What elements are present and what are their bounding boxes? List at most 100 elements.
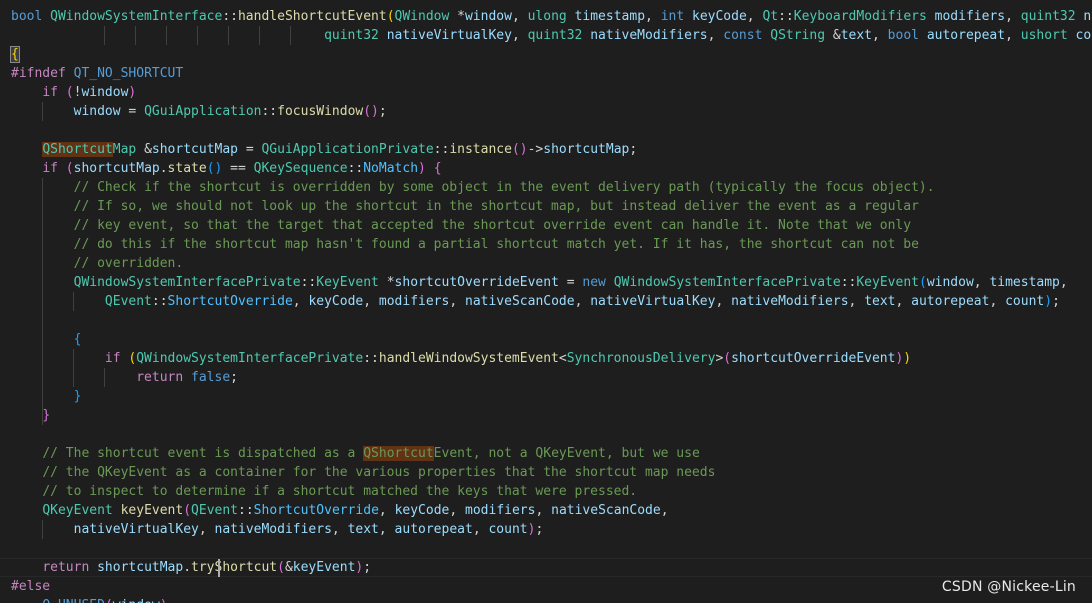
code-token: (: [723, 351, 732, 366]
code-line[interactable]: // key event, so that the target that ac…: [11, 216, 911, 235]
code-token: ::: [261, 104, 278, 119]
code-line[interactable]: QWindowSystemInterfacePrivate::KeyEvent …: [11, 273, 1068, 292]
code-token: nativeScanCode: [551, 503, 661, 518]
code-line[interactable]: // do this if the shortcut map hasn't fo…: [11, 235, 919, 254]
code-token: ::: [347, 161, 364, 176]
code-token: (): [511, 142, 528, 157]
code-line[interactable]: Q_UNUSED(window): [11, 596, 168, 603]
code-line[interactable]: window = QGuiApplication::focusWindow();: [11, 102, 387, 121]
code-token: // the QKeyEvent as a container for the …: [42, 465, 716, 480]
code-token: instance: [449, 142, 512, 157]
code-token: <: [558, 351, 567, 366]
code-line[interactable]: {: [11, 330, 82, 349]
code-token: QWindowSystemInterfacePrivate: [73, 275, 301, 290]
code-line[interactable]: bool QWindowSystemInterface::handleShort…: [11, 7, 1092, 26]
code-line[interactable]: if (!window): [11, 83, 136, 102]
code-line[interactable]: return false;: [11, 368, 238, 387]
code-line[interactable]: return shortcutMap.tryShortcut(&keyEvent…: [11, 558, 371, 577]
code-token: ): [160, 598, 168, 603]
code-line[interactable]: // If so, we should not look up the shor…: [11, 197, 919, 216]
code-token: ,: [511, 28, 528, 43]
code-line[interactable]: quint32 nativeVirtualKey, quint32 native…: [11, 26, 1092, 45]
code-token: window: [464, 9, 512, 24]
code-line[interactable]: nativeVirtualKey, nativeModifiers, text,…: [11, 520, 544, 539]
code-token: ShortcutOverride: [167, 294, 293, 309]
code-token: ShortcutOverride: [253, 503, 379, 518]
code-token: modifiers: [465, 503, 536, 518]
watermark: CSDN @Nickee-Lin: [941, 579, 1076, 595]
code-line[interactable]: }: [11, 406, 50, 425]
code-token: state: [167, 161, 207, 176]
code-token: ::: [778, 9, 794, 24]
code-token: ==: [222, 161, 254, 176]
code-token: tryShortcut: [191, 560, 278, 575]
text-cursor: [218, 559, 220, 577]
code-editor[interactable]: bool QWindowSystemInterface::handleShort…: [0, 0, 1092, 603]
code-token: #ifndef: [11, 66, 66, 81]
code-token: ;: [363, 560, 372, 575]
code-token: ushort: [1020, 28, 1068, 43]
code-token: new: [582, 275, 606, 290]
code-token: ,: [574, 294, 591, 309]
code-token: SynchronousDelivery: [566, 351, 716, 366]
code-token: Q_UNUSED: [42, 598, 105, 603]
code-token: ,: [660, 503, 669, 518]
code-token: KeyEvent: [856, 275, 919, 290]
code-token: QGuiApplication: [144, 104, 262, 119]
code-token: shortcutMap: [73, 161, 160, 176]
code-token: ::: [363, 351, 379, 366]
code-token: QWindowSystemInterfacePrivate: [613, 275, 841, 290]
code-line[interactable]: #ifndef QT_NO_SHORTCUT: [11, 64, 183, 83]
code-token: ,: [1005, 9, 1021, 24]
code-token: QWindow: [394, 9, 450, 24]
code-token: window: [81, 85, 129, 100]
code-token: ): [128, 85, 137, 100]
code-token: ,: [292, 294, 309, 309]
code-token: ;: [629, 142, 638, 157]
code-token: text: [347, 522, 379, 537]
code-token: modifiers: [378, 294, 450, 309]
code-line[interactable]: }: [11, 387, 82, 406]
code-line[interactable]: // The shortcut event is dispatched as a…: [11, 444, 700, 463]
code-token: nativeVirtualKey: [73, 522, 199, 537]
code-token: &: [284, 560, 293, 575]
code-token: (: [277, 560, 285, 575]
code-token: Map: [112, 142, 137, 157]
code-line[interactable]: // the QKeyEvent as a container for the …: [11, 463, 715, 482]
code-token: .: [183, 560, 192, 575]
code-line[interactable]: if (shortcutMap.state() == QKeySequence:…: [11, 159, 442, 178]
code-line[interactable]: {: [10, 45, 20, 64]
code-line[interactable]: // to inspect to determine if a shortcut…: [11, 482, 637, 501]
code-token: keyEvent: [120, 503, 184, 518]
code-line[interactable]: QKeyEvent keyEvent(QEvent::ShortcutOverr…: [11, 501, 669, 520]
code-token: handleShortcutEvent: [237, 9, 387, 24]
code-token: const: [723, 28, 763, 43]
code-token: ,: [449, 503, 466, 518]
code-line[interactable]: QEvent::ShortcutOverride, keyCode, modif…: [11, 292, 1060, 311]
code-line[interactable]: // Check if the shortcut is overridden b…: [11, 178, 935, 197]
code-line[interactable]: // overridden.: [11, 254, 184, 273]
code-token: ::: [222, 9, 238, 24]
code-token: quint32: [324, 28, 379, 43]
code-token: {: [433, 161, 442, 176]
code-token: (: [918, 275, 927, 290]
code-line[interactable]: #else: [11, 577, 50, 596]
code-token: autorepeat: [394, 522, 473, 537]
code-token: count: [488, 522, 528, 537]
code-line[interactable]: if (QWindowSystemInterfacePrivate::handl…: [11, 349, 911, 368]
code-token: QT_NO_SHORTCUT: [73, 66, 184, 81]
code-token: Qt: [762, 9, 779, 24]
code-token: ::: [300, 275, 317, 290]
code-token: nativeVirtualKey: [386, 28, 512, 43]
code-token: return: [136, 370, 184, 385]
code-token: ->: [527, 142, 544, 157]
code-line[interactable]: QShortcutMap &shortcutMap = QGuiApplicat…: [11, 140, 637, 159]
